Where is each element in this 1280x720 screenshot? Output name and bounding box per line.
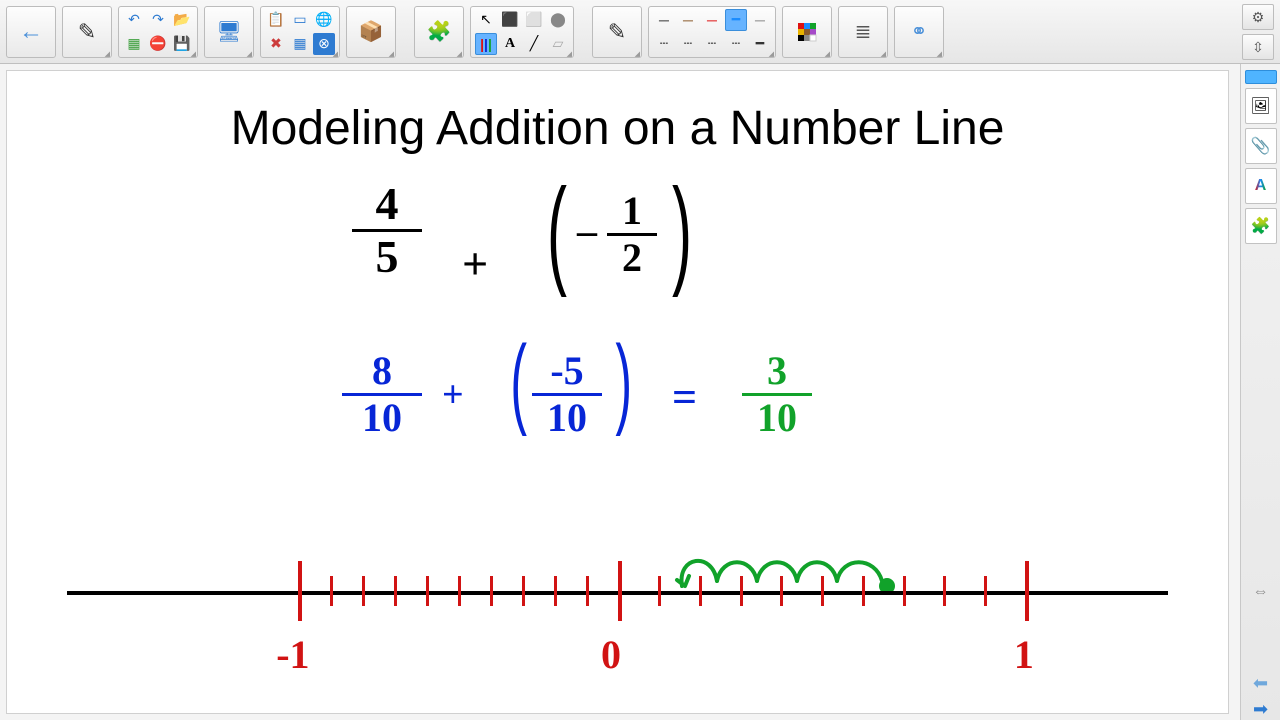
addons-panel: 🧩 (414, 6, 464, 58)
teacher-display-button[interactable]: 🖥 (209, 12, 249, 52)
blk-rparen: ) (672, 171, 692, 291)
paste-button[interactable]: 📋 (265, 9, 287, 31)
erase-area-button[interactable]: ▱ (547, 33, 569, 55)
palette-panel (782, 6, 832, 58)
numline-one: 1 (1014, 631, 1034, 678)
box-panel: 📦 (346, 6, 396, 58)
blu-f2-num: -5 (532, 351, 602, 391)
blu-f1-den: 10 (342, 398, 422, 438)
link-button[interactable]: ⚭ (899, 12, 939, 52)
text-button[interactable]: A (499, 33, 521, 55)
cut-button[interactable]: ✖ (265, 33, 287, 55)
blu-lparen: ( (510, 331, 527, 431)
blk-neg: – (577, 211, 597, 251)
gallery-button[interactable]: 🖼 (1245, 88, 1277, 124)
grn-den: 10 (742, 398, 812, 438)
blk-fi-num: 1 (607, 191, 657, 231)
display-panel: 🖥 (204, 6, 254, 58)
line-tool-button[interactable]: ╱ (523, 33, 545, 55)
page-title: Modeling Addition on a Number Line (7, 101, 1228, 156)
numline-zero: 0 (601, 631, 621, 678)
line-brown-button[interactable]: ─ (677, 9, 699, 31)
next-page-button[interactable]: ➡ (1245, 698, 1277, 720)
save-button[interactable]: 💾 (171, 33, 193, 55)
color-palette-button[interactable] (787, 12, 827, 52)
blu-equals: = (672, 376, 697, 420)
tab-pages-button[interactable] (1245, 70, 1277, 84)
line-red-button[interactable]: ─ (701, 9, 723, 31)
canvas[interactable]: Modeling Addition on a Number Line 4 5 +… (6, 70, 1229, 714)
line-thin-button[interactable]: ─ (653, 9, 675, 31)
close-button[interactable]: ⊗ (313, 33, 335, 55)
toolbox-button[interactable]: 📦 (351, 12, 391, 52)
undo-button[interactable]: ↶ (123, 9, 145, 31)
prev-page-button[interactable]: ⬅ (1245, 672, 1277, 694)
multipen-button[interactable]: ||| (475, 33, 497, 55)
screen-capture-button[interactable]: ▭ (289, 9, 311, 31)
blk-f1-den: 5 (352, 234, 422, 280)
number-line: -1 0 1 (67, 591, 1168, 595)
redo-button[interactable]: ↷ (147, 9, 169, 31)
blk-plus: + (462, 241, 488, 287)
new-page-button[interactable]: ▦ (123, 33, 145, 55)
text-style-button[interactable]: A (1245, 168, 1277, 204)
line-dash3-button[interactable]: ┄ (701, 33, 723, 55)
web-button[interactable]: 🌐 (313, 9, 335, 31)
pointer-button[interactable]: ↖ (475, 9, 497, 31)
open-button[interactable]: 📂 (171, 9, 193, 31)
blu-plus: + (442, 376, 464, 414)
delete-page-button[interactable]: ⛔ (147, 33, 169, 55)
horizontal-resize-button[interactable]: ⇔ (1245, 580, 1277, 604)
vertical-resize-button[interactable]: ⇳ (1242, 34, 1274, 60)
settings-button[interactable]: ⚙ (1242, 4, 1274, 30)
line-dash1-button[interactable]: ┄ (653, 33, 675, 55)
addons-side-button[interactable]: 🧩 (1245, 208, 1277, 244)
eraser-small-button[interactable]: ⬜ (523, 9, 545, 31)
main-toolbar: ← ✎ ↶ ↷ 📂 ▦ ⛔ 💾 🖥 📋 ▭ 🌐 ✖ ▦ ⊗ (0, 0, 1280, 64)
align-panel: ≣ (838, 6, 888, 58)
select-panel: ↖ ⬛ ⬜ ⬤ ||| A ╱ ▱ (470, 6, 574, 58)
blu-rparen: ) (615, 331, 632, 431)
blu-f2-den: 10 (532, 398, 602, 438)
align-button[interactable]: ≣ (843, 12, 883, 52)
stroke-style-button[interactable]: ✎ (597, 12, 637, 52)
link-panel: ⚭ (894, 6, 944, 58)
addons-button[interactable]: 🧩 (419, 12, 459, 52)
corner-controls: ⚙ ⇳ (1242, 4, 1276, 60)
select-object-button[interactable]: ⬛ (499, 9, 521, 31)
grn-num: 3 (742, 351, 812, 391)
table-button[interactable]: ▦ (289, 33, 311, 55)
blk-fi-den: 2 (607, 238, 657, 278)
eraser-large-button[interactable]: ⬤ (547, 9, 569, 31)
blu-f1-num: 8 (342, 351, 422, 391)
line-grey-button[interactable]: ─ (749, 9, 771, 31)
line-dash4-button[interactable]: ┄ (725, 33, 747, 55)
file-panel: ↶ ↷ 📂 ▦ ⛔ 💾 (118, 6, 198, 58)
back-panel: ← (6, 6, 56, 58)
lines-panel: ─ ─ ─ ━ ─ ┄ ┄ ┄ ┄ ━ (648, 6, 776, 58)
clipboard-panel: 📋 ▭ 🌐 ✖ ▦ ⊗ (260, 6, 340, 58)
line-dash2-button[interactable]: ┄ (677, 33, 699, 55)
blk-lparen: ( (547, 171, 567, 291)
stroke-panel: ✎ (592, 6, 642, 58)
pen-panel: ✎ (62, 6, 112, 58)
line-thick-button[interactable]: ━ (749, 33, 771, 55)
right-sidebar: 🖼 📎 A 🧩 ⇔ ⬅ ➡ (1240, 64, 1280, 720)
numline-neg1: -1 (276, 631, 309, 678)
line-cyan-button[interactable]: ━ (725, 9, 747, 31)
pen-tool-button[interactable]: ✎ (67, 12, 107, 52)
attachments-button[interactable]: 📎 (1245, 128, 1277, 164)
blk-f1-num: 4 (352, 181, 422, 227)
back-button[interactable]: ← (11, 12, 51, 52)
